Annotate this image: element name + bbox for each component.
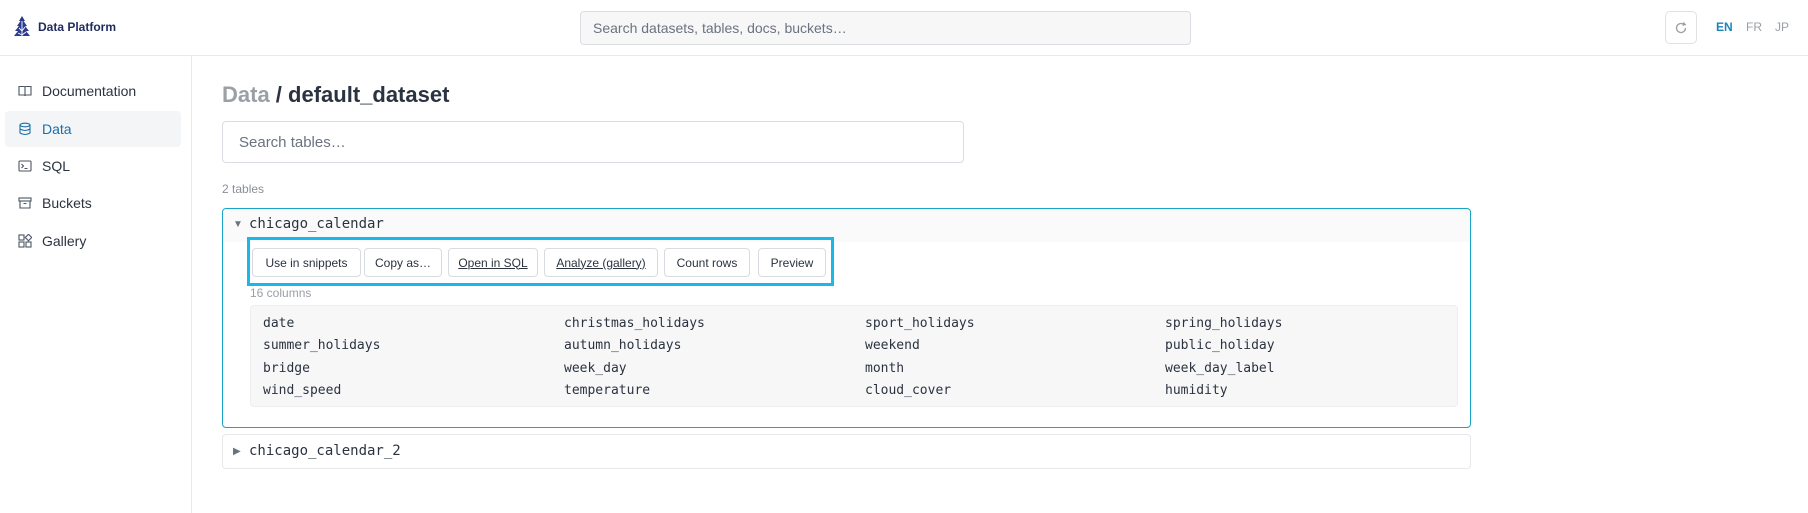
column-name: summer_holidays xyxy=(263,338,381,353)
column-name: week_day xyxy=(564,361,627,376)
page-title: Data / default_dataset xyxy=(222,82,449,108)
column-name: weekend xyxy=(865,338,920,353)
archive-icon xyxy=(18,197,32,209)
table-search-input[interactable]: Search tables… xyxy=(222,121,964,163)
table-name[interactable]: chicago_calendar xyxy=(249,216,384,232)
table-search-placeholder: Search tables… xyxy=(239,133,346,151)
refresh-button[interactable] xyxy=(1665,11,1697,44)
global-search-placeholder: Search datasets, tables, docs, buckets… xyxy=(593,20,847,36)
tree-logo-icon xyxy=(14,16,30,36)
use-in-snippets-button[interactable]: Use in snippets xyxy=(252,248,361,277)
dataset-name: default_dataset xyxy=(288,82,450,107)
book-icon xyxy=(18,85,32,97)
lang-jp[interactable]: JP xyxy=(1775,20,1789,34)
database-icon xyxy=(19,122,31,136)
table-card-chicago-calendar-2[interactable]: ▶ chicago_calendar_2 xyxy=(222,434,1471,469)
columns-count: 16 columns xyxy=(250,286,312,300)
sidebar-item-data[interactable]: Data xyxy=(5,111,181,147)
table-name[interactable]: chicago_calendar_2 xyxy=(249,443,401,459)
sidebar-item-label: Data xyxy=(42,121,72,137)
top-bar: Data Platform Search datasets, tables, d… xyxy=(0,0,1808,56)
caret-down-icon[interactable]: ▼ xyxy=(233,219,243,230)
column-name: humidity xyxy=(1165,383,1228,398)
column-name: spring_holidays xyxy=(1165,316,1283,331)
refresh-icon xyxy=(1675,21,1687,33)
preview-button[interactable]: Preview xyxy=(758,248,826,277)
lang-en[interactable]: EN xyxy=(1716,20,1733,34)
column-name: sport_holidays xyxy=(865,316,975,331)
column-name: date xyxy=(263,316,295,331)
sidebar-item-buckets[interactable]: Buckets xyxy=(5,185,181,221)
analyze-gallery-button[interactable]: Analyze (gallery) xyxy=(544,248,658,277)
count-rows-button[interactable]: Count rows xyxy=(664,248,750,277)
column-name: cloud_cover xyxy=(865,383,952,398)
caret-right-icon[interactable]: ▶ xyxy=(233,446,241,457)
brand-name: Data Platform xyxy=(38,20,117,34)
breadcrumb-separator: / xyxy=(269,82,289,107)
sidebar: Documentation Data SQL Buckets Gallery xyxy=(0,56,192,513)
columns-grid: date christmas_holidays sport_holidays s… xyxy=(250,305,1458,407)
column-name: month xyxy=(865,361,905,376)
open-in-sql-button[interactable]: Open in SQL xyxy=(448,248,538,277)
table-count: 2 tables xyxy=(222,182,265,196)
sidebar-item-label: SQL xyxy=(42,158,71,174)
sidebar-item-sql[interactable]: SQL xyxy=(5,148,181,184)
column-name: autumn_holidays xyxy=(564,338,682,353)
global-search-input[interactable]: Search datasets, tables, docs, buckets… xyxy=(580,11,1191,45)
sidebar-item-gallery[interactable]: Gallery xyxy=(5,223,181,259)
column-name: week_day_label xyxy=(1165,361,1275,376)
breadcrumb-data[interactable]: Data xyxy=(222,82,270,107)
terminal-icon xyxy=(18,160,32,172)
table-card-chicago-calendar: ▼ chicago_calendar Use in snippets Copy … xyxy=(222,208,1471,428)
column-name: wind_speed xyxy=(263,383,342,398)
sidebar-item-label: Documentation xyxy=(42,83,137,99)
sidebar-item-documentation[interactable]: Documentation xyxy=(5,73,181,109)
sidebar-item-label: Buckets xyxy=(42,195,92,211)
gallery-icon xyxy=(18,234,32,248)
column-name: temperature xyxy=(564,383,651,398)
column-name: public_holiday xyxy=(1165,338,1275,353)
lang-fr[interactable]: FR xyxy=(1746,20,1762,34)
brand-logo[interactable]: Data Platform xyxy=(12,15,116,39)
column-name: bridge xyxy=(263,361,310,376)
sidebar-item-label: Gallery xyxy=(42,233,87,249)
copy-as-button[interactable]: Copy as… xyxy=(364,248,442,277)
column-name: christmas_holidays xyxy=(564,316,705,331)
